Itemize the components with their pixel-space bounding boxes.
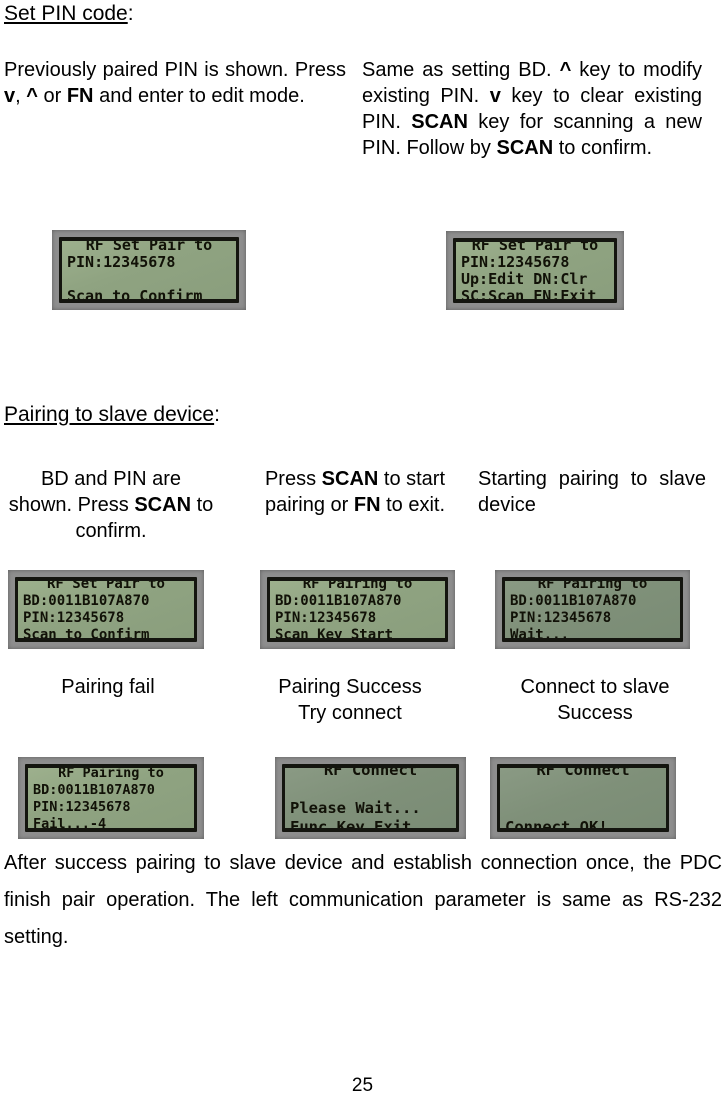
pairing-result-caption-3-line1: Connect to slave xyxy=(520,676,670,698)
lcd-bezel: RF Set Pair to PIN:12345678 Up:Edit DN:Clr… xyxy=(453,238,617,303)
pairing-result-caption-2-line1: Pairing Success xyxy=(278,676,422,698)
set-pin-right-column-text: Same as setting BD. ^ key to modify exis… xyxy=(362,59,702,159)
lcd-screen: RF Set Pair to PIN:12345678 Up:Edit DN:Clr… xyxy=(456,242,614,299)
lcd-text-line: SC:Scan FN:Exit xyxy=(461,287,597,300)
lcd-photo-rf-connect-ok: RF Connect Connect OK! xyxy=(490,757,676,839)
lcd-text-line: Connect OK! xyxy=(505,817,608,829)
pairing-result-caption-3: Connect to slave Success xyxy=(490,674,700,726)
pairing-result-caption-2: Pairing Success Try connect xyxy=(250,674,450,726)
lcd-photo-slave-pairing-scan-start: RF Pairing to BD:0011B107A870 PIN:12345678… xyxy=(260,570,455,649)
lcd-text-line: PIN:12345678 xyxy=(461,253,570,271)
section-heading-pairing: Pairing to slave device: xyxy=(4,403,220,427)
lcd-photo-set-pair-menu: RF Set Pair to PIN:12345678 Up:Edit DN:Clr… xyxy=(446,231,624,310)
pairing-result-caption-3-line2: Success xyxy=(557,702,633,724)
lcd-text-line: BD:0011B107A870 xyxy=(23,593,150,609)
pairing-caption-1: BD and PIN are shown. Press SCAN to conf… xyxy=(8,468,214,542)
lcd-text-line xyxy=(505,799,661,818)
lcd-photo-pairing-fail: RF Pairing to BD:0011B107A870 PIN:12345678… xyxy=(18,757,204,839)
lcd-screen: RF Pairing to BD:0011B107A870 PIN:12345678… xyxy=(270,581,445,638)
lcd-text-line: RF Set Pair to xyxy=(85,241,213,254)
lcd-text-line: PIN:12345678 xyxy=(23,610,125,626)
lcd-bezel: RF Pairing to BD:0011B107A870 PIN:12345678… xyxy=(502,577,683,642)
lcd-text-line: RF Connect xyxy=(323,768,418,779)
document-page: Set PIN code: Previously paired PIN is s… xyxy=(0,0,725,1110)
lcd-bezel: RF Pairing to BD:0011B107A870 PIN:12345678… xyxy=(25,764,197,832)
lcd-bezel: RF Pairing to BD:0011B107A870 PIN:12345678… xyxy=(267,577,448,642)
lcd-text-line: Scan to Confirm xyxy=(67,286,203,299)
lcd-text-line: BD:0011B107A870 xyxy=(510,593,637,609)
lcd-text-line: BD:0011B107A870 xyxy=(275,593,402,609)
lcd-bezel: RF Set Pair to PIN:12345678 Scan to Confi… xyxy=(59,237,239,303)
section-heading-set-pin-colon: : xyxy=(127,2,134,25)
lcd-text-line: RF Pairing to xyxy=(302,581,413,592)
lcd-photo-slave-pairing-wait: RF Pairing to BD:0011B107A870 PIN:12345678… xyxy=(495,570,690,649)
lcd-text-line: Please Wait... xyxy=(290,798,421,817)
closing-paragraph: After success pairing to slave device an… xyxy=(4,852,722,948)
lcd-text-line: RF Connect xyxy=(536,768,630,779)
lcd-text-line: Scan to Confirm xyxy=(23,627,150,638)
lcd-text-line: PIN:12345678 xyxy=(510,610,612,626)
lcd-screen: RF Pairing to BD:0011B107A870 PIN:12345678… xyxy=(505,581,680,638)
pairing-result-caption-1-line1: Pairing fail xyxy=(61,676,155,698)
lcd-text-line: Fail...-4 xyxy=(33,815,107,829)
lcd-text-line: Up:Edit DN:Clr xyxy=(461,270,588,288)
lcd-screen: RF Set Pair to BD:0011B107A870 PIN:1234567… xyxy=(18,581,194,638)
lcd-text-line: PIN:12345678 xyxy=(33,798,131,815)
section-heading-pairing-colon: : xyxy=(214,403,220,426)
lcd-text-line: PIN:12345678 xyxy=(67,252,176,271)
lcd-text-line: Scan Key Start xyxy=(275,627,394,638)
lcd-text-line xyxy=(290,780,451,799)
lcd-text-line xyxy=(505,780,661,799)
lcd-screen: RF Set Pair to PIN:12345678 Scan to Confi… xyxy=(62,241,236,299)
lcd-text-line: Func Key Exit xyxy=(290,817,412,829)
lcd-text-line: Wait... xyxy=(510,627,570,638)
page-number: 25 xyxy=(351,1075,374,1096)
pairing-caption-3: Starting pairing to slave device xyxy=(478,468,706,516)
pairing-result-caption-2-line2: Try connect xyxy=(298,702,402,724)
lcd-bezel: RF Connect Please Wait... Func Key Exit xyxy=(282,764,459,832)
lcd-text-line: PIN:12345678 xyxy=(275,610,377,626)
lcd-text-line: RF Pairing to xyxy=(537,581,648,592)
lcd-text-line: RF Pairing to xyxy=(58,768,164,781)
set-pin-left-column-text: Previously paired PIN is shown. Press v,… xyxy=(4,59,346,107)
section-heading-set-pin-label: Set PIN code xyxy=(4,2,128,25)
lcd-photo-set-pair-confirm: RF Set Pair to PIN:12345678 Scan to Confi… xyxy=(52,230,246,310)
lcd-screen: RF Connect Connect OK! xyxy=(500,768,666,828)
lcd-bezel: RF Connect Connect OK! xyxy=(497,764,669,832)
lcd-screen: RF Connect Please Wait... Func Key Exit xyxy=(285,768,456,828)
lcd-text-line: RF Set Pair to xyxy=(46,581,165,592)
pairing-result-caption-1: Pairing fail xyxy=(8,674,208,700)
pairing-caption-2: Press SCAN to start pairing or FN to exi… xyxy=(264,468,446,516)
lcd-text-line xyxy=(67,271,231,288)
lcd-bezel: RF Set Pair to BD:0011B107A870 PIN:1234567… xyxy=(15,577,197,642)
lcd-text-line: BD:0011B107A870 xyxy=(33,781,155,798)
section-heading-set-pin: Set PIN code: xyxy=(4,2,134,26)
lcd-screen: RF Pairing to BD:0011B107A870 PIN:12345678… xyxy=(28,768,194,828)
lcd-photo-slave-set-pair-confirm: RF Set Pair to BD:0011B107A870 PIN:1234567… xyxy=(8,570,204,649)
section-heading-pairing-label: Pairing to slave device xyxy=(4,403,215,426)
lcd-photo-rf-connect-wait: RF Connect Please Wait... Func Key Exit xyxy=(275,757,466,839)
